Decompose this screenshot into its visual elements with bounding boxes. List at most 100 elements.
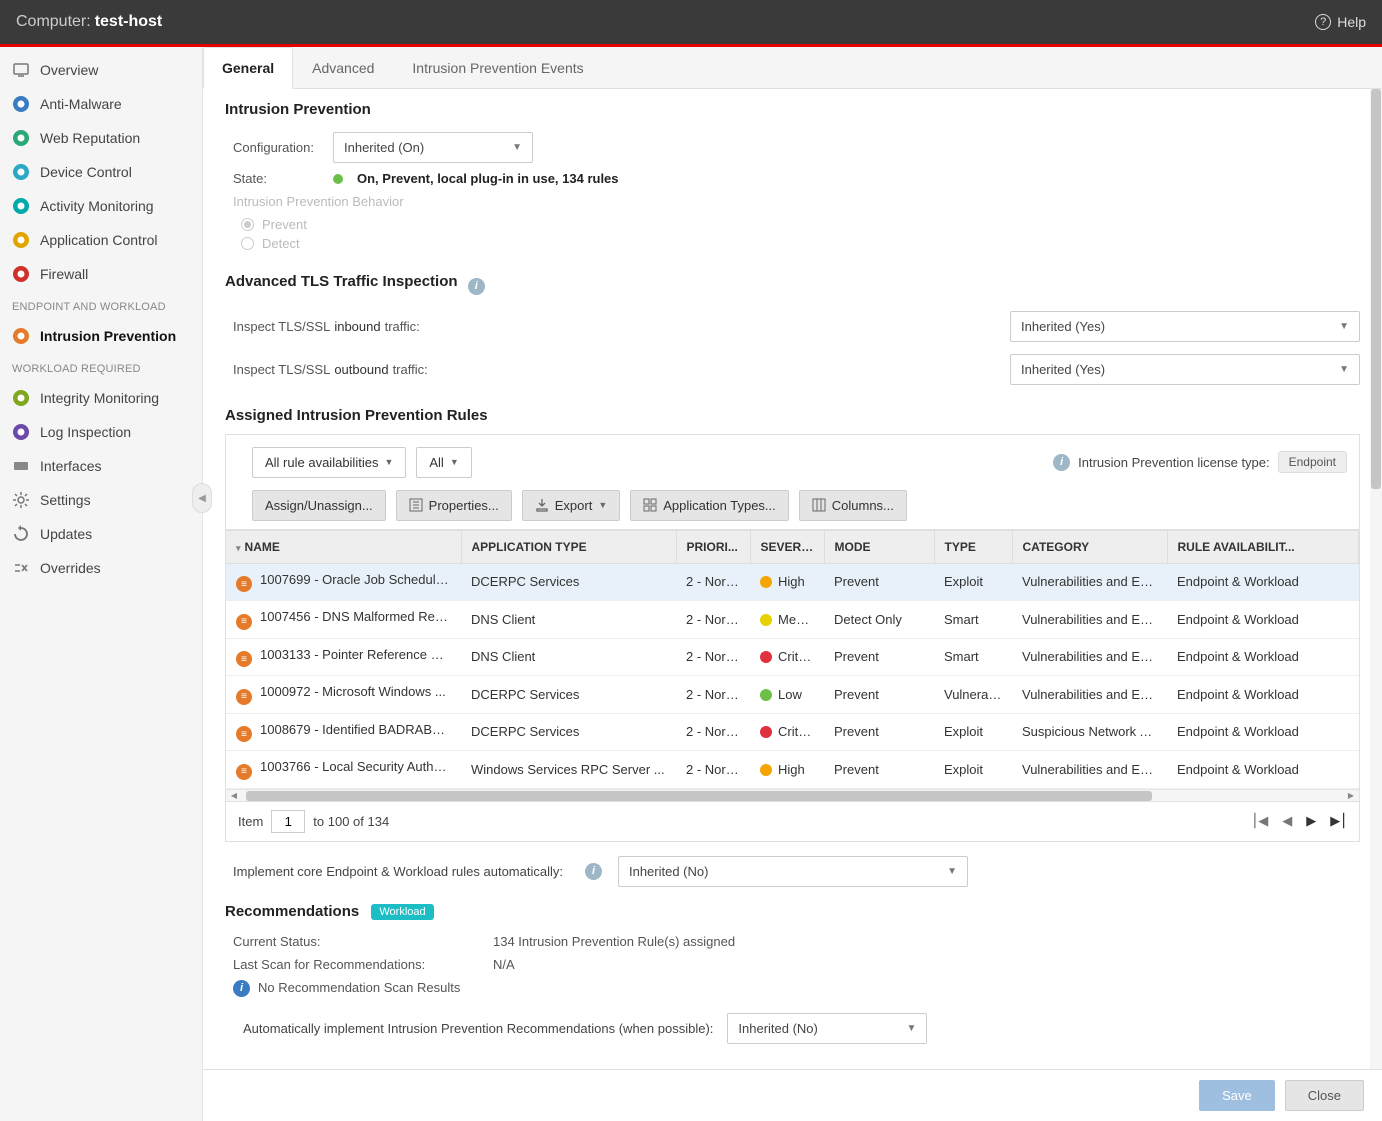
rule-type: Smart: [934, 638, 1012, 676]
columns-button[interactable]: Columns...: [799, 490, 907, 521]
tls-inbound-select[interactable]: Inherited (Yes) ▼: [1010, 311, 1360, 342]
sidebar-item-firewall[interactable]: Firewall: [0, 257, 202, 291]
header-title-host: test-host: [95, 13, 163, 31]
table-row[interactable]: ≡1007456 - DNS Malformed Res...DNS Clien…: [226, 601, 1359, 639]
sidebar-item-device-control[interactable]: Device Control: [0, 155, 202, 189]
state-label: State:: [233, 171, 333, 186]
sidebar-item-activity-monitoring[interactable]: Activity Monitoring: [0, 189, 202, 223]
tab-intrusion-prevention-events[interactable]: Intrusion Prevention Events: [393, 47, 602, 88]
sidebar-item-label: Application Control: [40, 232, 158, 248]
rule-type: Exploit: [934, 751, 1012, 789]
paging-total: to 100 of 134: [313, 814, 389, 829]
rule-availability: Endpoint & Workload: [1167, 601, 1359, 639]
integrity-icon: [12, 389, 30, 407]
reco-current-status: Current Status: 134 Intrusion Prevention…: [225, 930, 1360, 953]
table-row[interactable]: ≡1007699 - Oracle Job Scheduler...DCERPC…: [226, 563, 1359, 601]
rule-severity: Low: [750, 676, 824, 714]
page-prev-button[interactable]: ◀: [1282, 813, 1292, 829]
col-header-type[interactable]: TYPE: [934, 531, 1012, 564]
tls-suffix: traffic:: [385, 319, 420, 334]
page-next-button[interactable]: ▶: [1306, 813, 1316, 829]
reco-auto-select[interactable]: Inherited (No) ▼: [727, 1013, 927, 1044]
vertical-scrollbar[interactable]: [1370, 89, 1382, 1069]
section-title-tls: Advanced TLS Traffic Inspection i: [225, 273, 1360, 295]
rule-mode: Detect Only: [824, 601, 934, 639]
help-icon: ?: [1315, 14, 1331, 30]
help-link[interactable]: ? Help: [1315, 14, 1366, 30]
severity-dot-icon: [760, 689, 772, 701]
col-header-priori[interactable]: PRIORI...: [676, 531, 750, 564]
rules-toolbar: All rule availabilities ▼ All ▼ i Intrus…: [225, 434, 1360, 530]
tab-general[interactable]: General: [203, 47, 293, 89]
sidebar-item-overrides[interactable]: Overrides: [0, 551, 202, 585]
sidebar-item-web-reputation[interactable]: Web Reputation: [0, 121, 202, 155]
table-row[interactable]: ≡1003766 - Local Security Autho...Window…: [226, 751, 1359, 789]
sidebar-heading-endpoint: ENDPOINT AND WORKLOAD: [0, 291, 202, 319]
rule-category: Suspicious Network A...: [1012, 713, 1167, 751]
sidebar-item-application-control[interactable]: Application Control: [0, 223, 202, 257]
rule-mode: Prevent: [824, 563, 934, 601]
header-title-label: Computer:: [16, 13, 91, 31]
col-header-category[interactable]: CATEGORY: [1012, 531, 1167, 564]
sidebar-item-label: Anti-Malware: [40, 96, 122, 112]
table-row[interactable]: ≡1000972 - Microsoft Windows ...DCERPC S…: [226, 676, 1359, 714]
horizontal-scrollbar[interactable]: ◀▶: [226, 789, 1359, 801]
sidebar-item-settings[interactable]: Settings: [0, 483, 202, 517]
license-label: Intrusion Prevention license type:: [1078, 455, 1270, 470]
close-button[interactable]: Close: [1285, 1080, 1364, 1111]
rule-type: Exploit: [934, 563, 1012, 601]
sidebar-item-updates[interactable]: Updates: [0, 517, 202, 551]
sidebar-item-intrusion-prevention[interactable]: Intrusion Prevention: [0, 319, 202, 353]
export-button[interactable]: Export ▼: [522, 490, 621, 521]
implement-core-label: Implement core Endpoint & Workload rules…: [233, 864, 563, 879]
chevron-down-icon: ▼: [384, 457, 393, 467]
page-first-button[interactable]: ⎮◀: [1251, 813, 1268, 829]
filter-availability-select[interactable]: All rule availabilities ▼: [252, 447, 406, 478]
col-header-severi[interactable]: SEVERI...: [750, 531, 824, 564]
sidebar-item-integrity-monitoring[interactable]: Integrity Monitoring: [0, 381, 202, 415]
sidebar-heading-workload: WORKLOAD REQUIRED: [0, 353, 202, 381]
severity-dot-icon: [760, 614, 772, 626]
implement-core-select[interactable]: Inherited (No) ▼: [618, 856, 968, 887]
info-icon[interactable]: i: [1053, 454, 1070, 471]
reco-last-scan: Last Scan for Recommendations: N/A: [225, 953, 1360, 976]
config-label: Configuration:: [233, 140, 333, 155]
reco-last-value: N/A: [493, 957, 515, 972]
rule-severity: High: [750, 563, 824, 601]
rule-apptype: Windows Services RPC Server ...: [461, 751, 676, 789]
reco-auto-value: Inherited (No): [738, 1021, 817, 1036]
assign-unassign-button[interactable]: Assign/Unassign...: [252, 490, 386, 521]
reco-auto-row: Automatically implement Intrusion Preven…: [225, 1001, 1360, 1056]
table-row[interactable]: ≡1003133 - Pointer Reference M...DNS Cli…: [226, 638, 1359, 676]
col-header-mode[interactable]: MODE: [824, 531, 934, 564]
tls-outbound-select[interactable]: Inherited (Yes) ▼: [1010, 354, 1360, 385]
antimalware-icon: [12, 95, 30, 113]
scroll-pane[interactable]: Intrusion Prevention Configuration: Inhe…: [203, 89, 1382, 1069]
tls-outbound-word: outbound: [334, 362, 388, 377]
sidebar-item-log-inspection[interactable]: Log Inspection: [0, 415, 202, 449]
tab-advanced[interactable]: Advanced: [293, 47, 393, 88]
state-value: On, Prevent, local plug-in in use, 134 r…: [357, 171, 619, 186]
sidebar-item-overview[interactable]: Overview: [0, 53, 202, 87]
col-header-application-type[interactable]: APPLICATION TYPE: [461, 531, 676, 564]
config-select[interactable]: Inherited (On) ▼: [333, 132, 533, 163]
col-header-name[interactable]: NAME: [226, 531, 461, 564]
info-icon[interactable]: i: [468, 278, 485, 295]
properties-button[interactable]: Properties...: [396, 490, 512, 521]
paging-nav: ⎮◀ ◀ ▶ ▶⎮: [1251, 813, 1347, 829]
filter-all-select[interactable]: All ▼: [416, 447, 471, 478]
sidebar-item-interfaces[interactable]: Interfaces: [0, 449, 202, 483]
rule-priority: 2 - Normal: [676, 676, 750, 714]
application-types-button[interactable]: Application Types...: [630, 490, 789, 521]
page-last-button[interactable]: ▶⎮: [1330, 813, 1347, 829]
tabs: GeneralAdvancedIntrusion Prevention Even…: [203, 47, 1382, 89]
info-icon[interactable]: i: [585, 863, 602, 880]
paging-item-input[interactable]: [271, 810, 305, 833]
section-intrusion-prevention: Intrusion Prevention Configuration: Inhe…: [203, 89, 1382, 261]
license-type: i Intrusion Prevention license type: End…: [1053, 451, 1347, 473]
content-area: GeneralAdvancedIntrusion Prevention Even…: [203, 47, 1382, 1121]
save-button[interactable]: Save: [1199, 1080, 1275, 1111]
table-row[interactable]: ≡1008679 - Identified BADRABBI...DCERPC …: [226, 713, 1359, 751]
sidebar-item-anti-malware[interactable]: Anti-Malware: [0, 87, 202, 121]
col-header-rule-availabilit[interactable]: RULE AVAILABILIT...: [1167, 531, 1359, 564]
